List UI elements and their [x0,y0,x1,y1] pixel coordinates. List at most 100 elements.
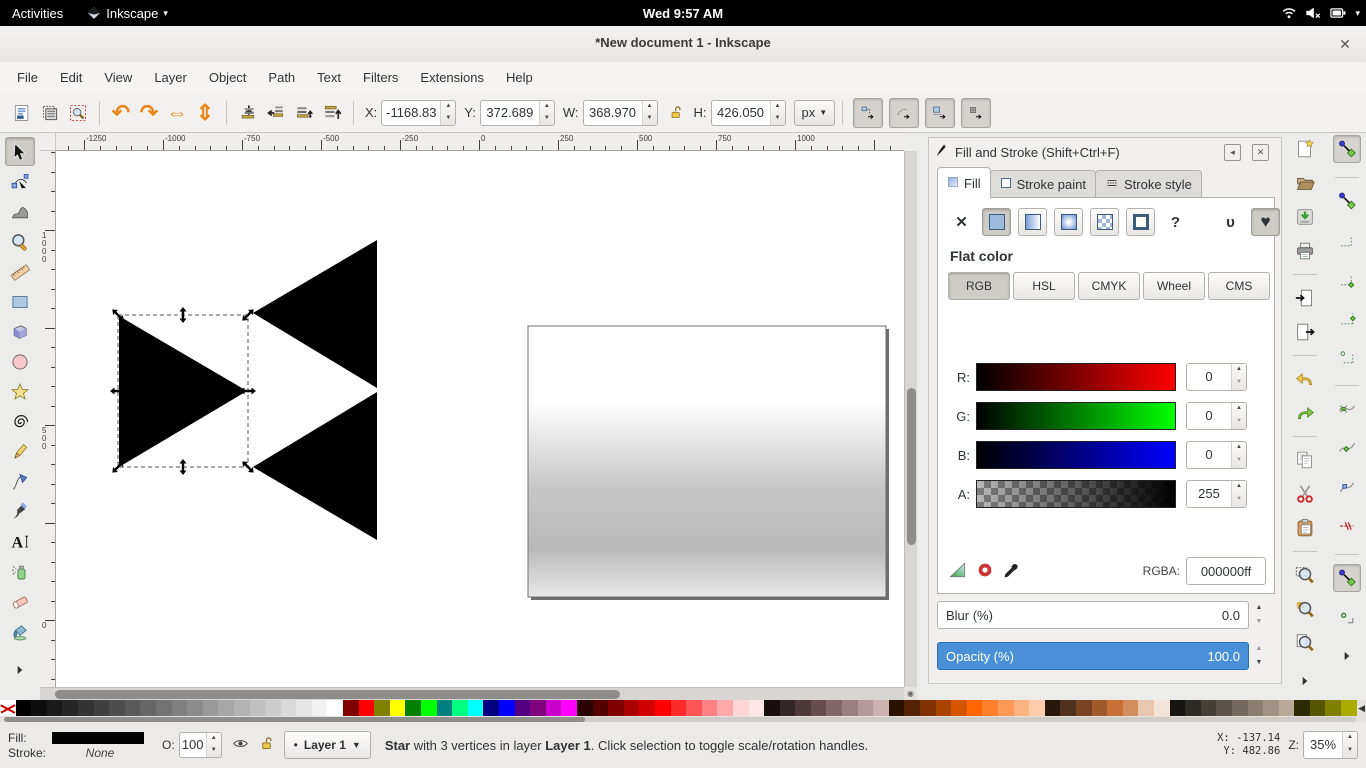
vertical-scrollbar-thumb[interactable] [907,388,916,545]
palette-swatch[interactable] [1092,700,1108,716]
volume-muted-icon[interactable] [1303,3,1323,23]
palette-swatch[interactable] [234,700,250,716]
layer-visibility-eye-icon[interactable] [232,735,249,755]
dialog-close-button[interactable]: ✕ [1252,144,1269,161]
ellipse-tool[interactable] [5,347,35,376]
palette-swatch[interactable] [312,700,328,716]
export-document-button[interactable] [1291,318,1319,346]
palette-swatch[interactable] [608,700,624,716]
palette-swatch[interactable] [951,700,967,716]
palette-swatch[interactable] [1325,700,1341,716]
window-close-button[interactable]: ✕ [1334,33,1356,55]
cut-button[interactable] [1291,480,1319,508]
pattern-button[interactable] [1090,208,1119,236]
colorspace-cms[interactable]: CMS [1208,272,1270,300]
opacity-slider[interactable]: Opacity (%) 100.0 [937,642,1249,670]
field-spinner[interactable]: ▲▼ [539,101,554,125]
palette-swatch[interactable] [639,700,655,716]
fill-rule-evenodd-button[interactable]: υ [1217,209,1244,235]
object-opacity-spinbox[interactable]: 100▲▼ [179,732,222,758]
lock-ratio-icon[interactable] [662,99,690,127]
pencil-tool[interactable] [5,437,35,466]
palette-swatch[interactable] [826,700,842,716]
palette-swatch[interactable] [31,700,47,716]
palette-swatch[interactable] [421,700,437,716]
print-document-button[interactable] [1291,237,1319,265]
flat-color-button[interactable] [982,208,1011,236]
slider-blue[interactable] [976,441,1176,469]
palette-swatch[interactable] [702,700,718,716]
fill-stroke-indicator[interactable]: Fill: Stroke: None [8,730,148,760]
palette-swatch[interactable] [764,700,780,716]
color-picker-icon[interactable] [1002,560,1022,583]
slider-spinner[interactable]: ▲▼ [1231,403,1246,429]
raise-one-step-button[interactable] [290,99,318,127]
menu-help[interactable]: Help [495,65,544,90]
raise-to-top-button[interactable] [318,99,346,127]
palette-swatch[interactable] [671,700,687,716]
snap-bbox-edges-toggle[interactable] [1333,226,1361,254]
zoom-page-button[interactable] [1291,629,1319,657]
affect-patterns-toggle[interactable] [961,98,991,128]
radial-swatch-icon[interactable] [976,561,994,582]
palette-swatch[interactable] [265,700,281,716]
select-all-layers-button[interactable] [36,99,64,127]
palette-swatch[interactable] [967,700,983,716]
palette-swatch-none[interactable] [0,700,16,716]
palette-swatch[interactable] [749,700,765,716]
field-input[interactable]: 426.050▲▼ [711,100,786,126]
zoom-spinbox[interactable]: 35%▲▼ [1303,731,1358,759]
import-document-button[interactable] [1291,284,1319,312]
snap-bbox-midpoints-toggle[interactable] [1333,304,1361,332]
palette-swatch[interactable] [795,700,811,716]
zoom-drawing-button[interactable] [1291,595,1319,623]
palette-swatch[interactable] [920,700,936,716]
swatch-button[interactable] [1126,208,1155,236]
palette-swatch[interactable] [281,700,297,716]
save-document-button[interactable] [1291,203,1319,231]
snap-line-midpoints-toggle[interactable] [1333,512,1361,540]
palette-swatch[interactable] [172,700,188,716]
slider-spinner[interactable]: ▲▼ [1231,481,1246,507]
palette-swatch[interactable] [343,700,359,716]
field-spinner[interactable]: ▲▼ [440,101,455,125]
palette-swatch[interactable] [811,700,827,716]
tweak-tool[interactable] [5,197,35,226]
palette-swatch[interactable] [1294,700,1310,716]
palette-swatch[interactable] [390,700,406,716]
radial-gradient-button[interactable] [1054,208,1083,236]
tab-fill[interactable]: Fill [937,167,991,198]
gradient-rectangle[interactable] [528,326,886,597]
palette-swatch[interactable] [686,700,702,716]
redo-button[interactable] [1291,399,1319,427]
current-layer-dropdown[interactable]: • Layer 1 ▼ [284,731,371,759]
menu-path[interactable]: Path [257,65,306,90]
menu-layer[interactable]: Layer [143,65,198,90]
rotate-ccw-button[interactable]: ↶ [107,99,135,127]
menu-file[interactable]: File [6,65,49,90]
rectangle-tool[interactable] [5,287,35,316]
colorspace-cmyk[interactable]: CMYK [1078,272,1140,300]
palette-swatch[interactable] [1045,700,1061,716]
triangle-top-right[interactable] [253,240,377,388]
palette-swatch[interactable] [1170,700,1186,716]
field-spinner[interactable]: ▲▼ [642,101,657,125]
palette-swatch[interactable] [1185,700,1201,716]
palette-swatch[interactable] [140,700,156,716]
paste-button[interactable] [1291,514,1319,542]
palette-swatch[interactable] [296,700,312,716]
menu-filters[interactable]: Filters [352,65,409,90]
selected-star-triangle[interactable] [119,316,247,467]
menu-view[interactable]: View [93,65,143,90]
snap-path-toggle[interactable] [1333,395,1361,423]
activities-button[interactable]: Activities [0,0,75,26]
palette-swatch[interactable] [1279,700,1295,716]
palette-swatch[interactable] [1154,700,1170,716]
palette-swatch[interactable] [1232,700,1248,716]
slider-value-red[interactable]: 0▲▼ [1186,363,1247,391]
star-tool[interactable] [5,377,35,406]
palette-swatch[interactable] [1060,700,1076,716]
palette-swatch[interactable] [593,700,609,716]
snap-object-centers-toggle[interactable] [1333,603,1361,631]
palette-swatch[interactable] [1201,700,1217,716]
